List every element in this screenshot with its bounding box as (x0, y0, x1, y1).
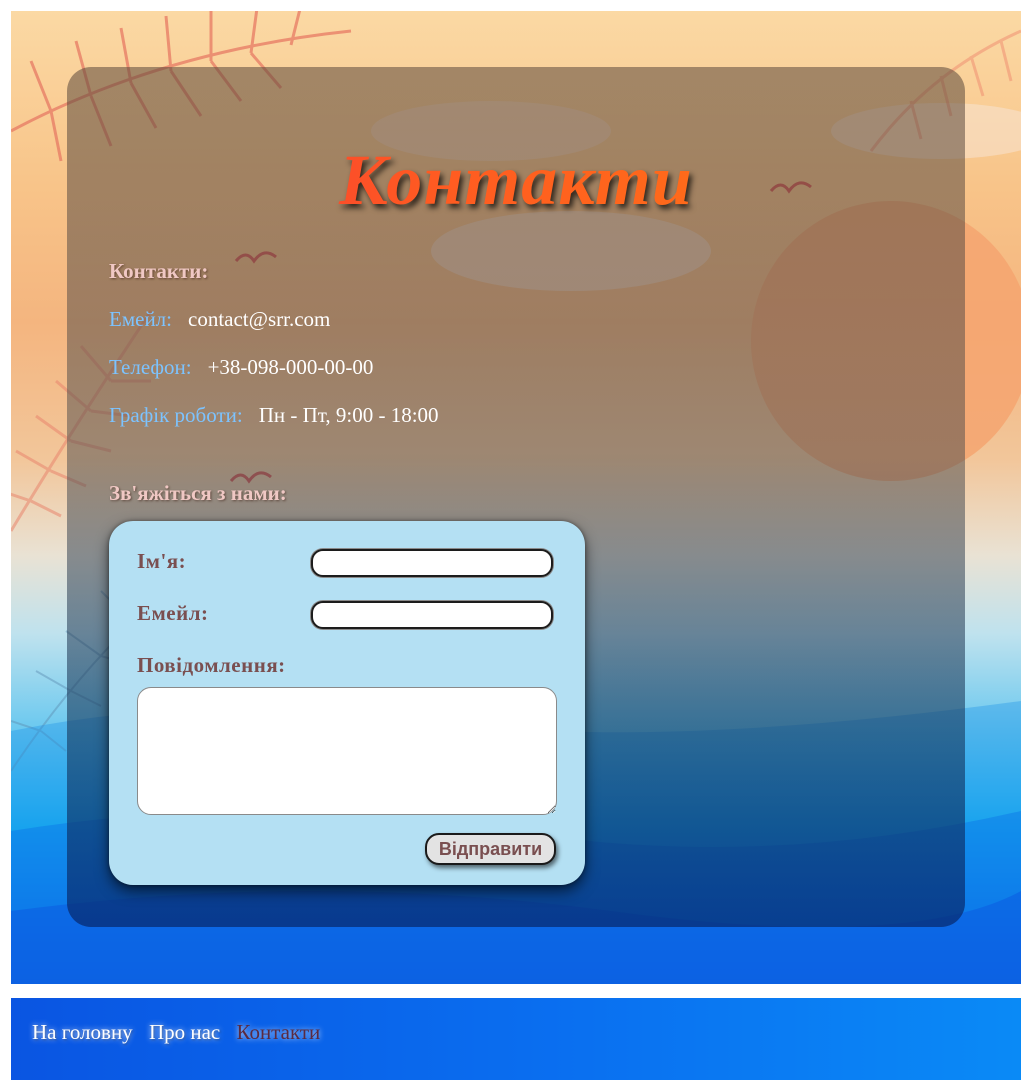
phone-value: +38-098-000-00-00 (207, 355, 374, 379)
name-input[interactable] (311, 549, 553, 577)
message-textarea[interactable] (137, 687, 557, 815)
hours-row: Графік роботи: Пн - Пт, 9:00 - 18:00 (109, 403, 439, 428)
contact-form: Ім'я: Емейл: Повідомлення: Відправити (109, 521, 585, 885)
nav-link-contacts[interactable]: Контакти (236, 1020, 320, 1044)
nav-link-about[interactable]: Про нас (149, 1020, 220, 1044)
hours-value: Пн - Пт, 9:00 - 18:00 (258, 403, 439, 427)
phone-row: Телефон: +38-098-000-00-00 (109, 355, 373, 380)
email-label: Емейл: (109, 307, 172, 331)
footer-nav-bar: На головну Про нас Контакти (11, 998, 1021, 1080)
submit-button[interactable]: Відправити (425, 833, 556, 865)
form-heading: Зв'яжіться з нами: (109, 481, 287, 505)
contacts-heading: Контакти: (109, 259, 209, 283)
email-row: Емейл: contact@srr.com (109, 307, 330, 332)
hero-background: Контакти Контакти: Емейл: contact@srr.com… (11, 11, 1021, 984)
name-label: Ім'я: (137, 549, 187, 573)
email-input[interactable] (311, 601, 553, 629)
phone-label: Телефон: (109, 355, 192, 379)
hours-label: Графік роботи: (109, 403, 243, 427)
footer-nav: На головну Про нас Контакти (32, 1020, 331, 1045)
email-value: contact@srr.com (188, 307, 331, 331)
contacts-panel: Контакти Контакти: Емейл: contact@srr.com… (67, 67, 965, 927)
page-title: Контакти (67, 139, 965, 222)
nav-link-home[interactable]: На головну (32, 1020, 133, 1044)
email-field-label: Емейл: (137, 601, 209, 625)
message-label: Повідомлення: (137, 653, 286, 677)
